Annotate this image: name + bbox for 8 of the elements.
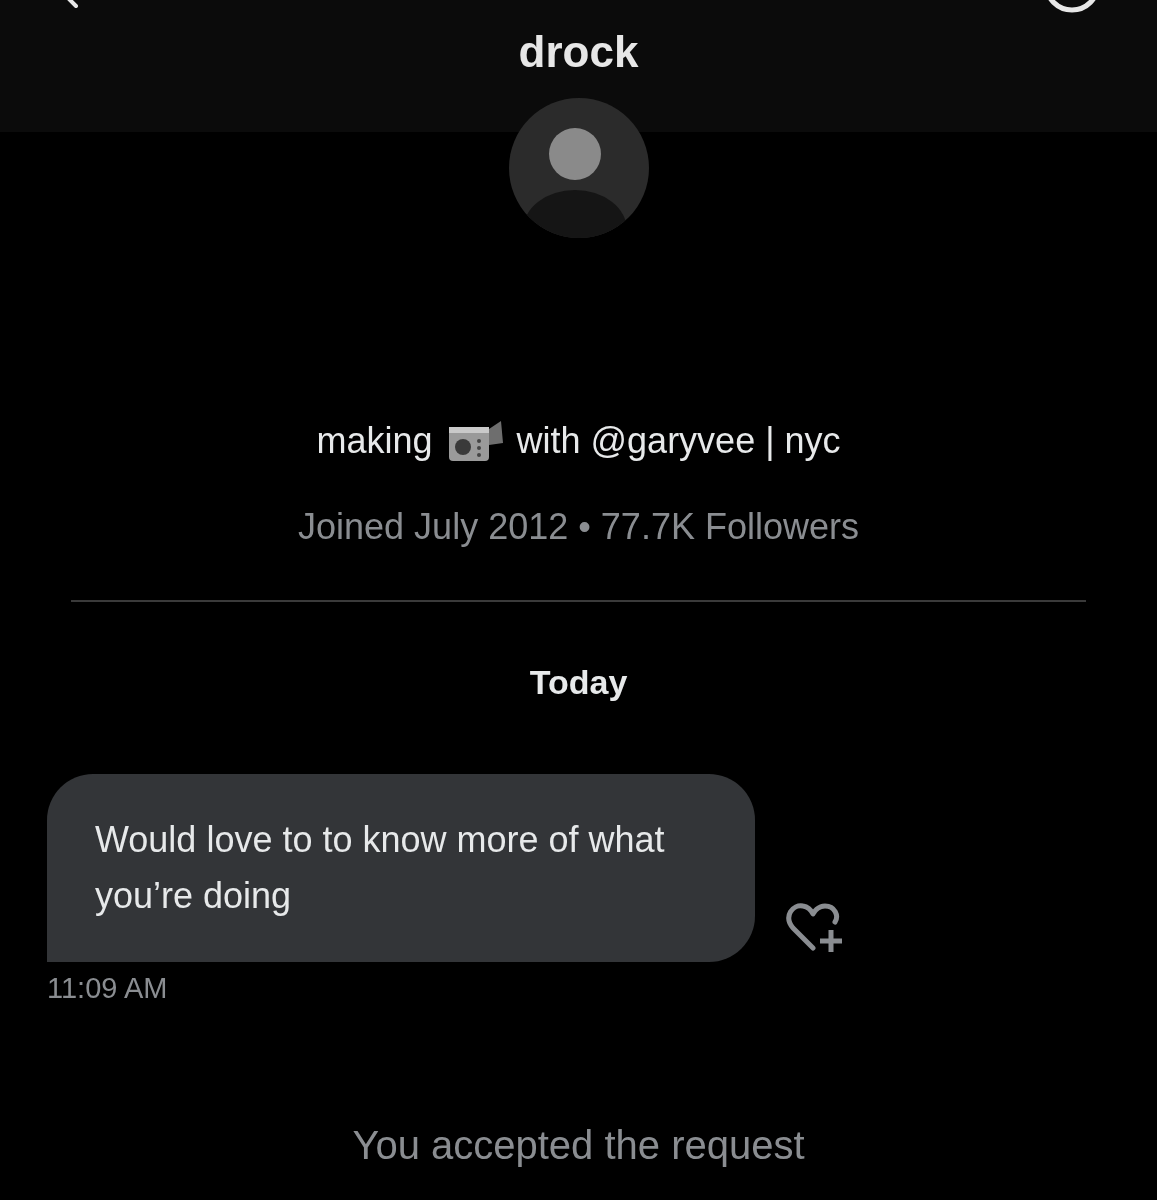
- bio-text: with @garyvee | nyc: [516, 419, 841, 463]
- date-divider: Today: [528, 662, 629, 703]
- system-notice: You accepted the request: [351, 1123, 806, 1168]
- bio-text: making: [316, 419, 433, 463]
- message-time: 11:09 AM: [46, 972, 169, 1005]
- conversation-title: drock: [517, 30, 640, 74]
- join-date-and-followers: Joined July 2012 • 77.7K Followers: [297, 505, 860, 549]
- message-bubble: Would love to to know more of what you’re doing: [47, 774, 755, 962]
